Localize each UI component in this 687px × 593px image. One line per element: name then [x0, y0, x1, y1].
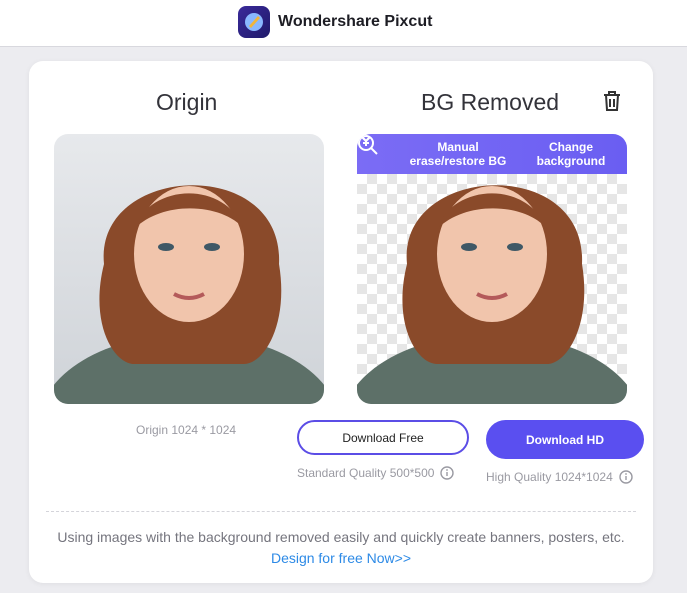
bg-removed-title: BG Removed	[421, 89, 560, 115]
download-free-button[interactable]: Download Free	[297, 420, 469, 455]
promo-text: Using images with the background removed…	[57, 529, 625, 545]
edit-toolbar: Manual erase/restore BG Change backgroun…	[357, 134, 627, 174]
download-hd-button[interactable]: Download HD	[486, 420, 644, 459]
change-background-label: Change background	[536, 140, 606, 168]
standard-quality-text: Standard Quality 500*500	[297, 466, 435, 480]
high-quality-row: High Quality 1024*1024	[486, 470, 633, 484]
trash-icon[interactable]	[600, 89, 624, 113]
origin-resolution: Origin 1024 * 1024	[136, 423, 237, 437]
origin-title: Origin	[156, 89, 218, 115]
chevron-down-icon	[361, 136, 371, 143]
origin-image	[54, 134, 324, 404]
zoom-in-icon[interactable]	[358, 135, 393, 165]
divider	[46, 511, 636, 512]
brand: Wondershare Pixcut	[238, 6, 432, 38]
info-icon[interactable]	[440, 466, 455, 480]
info-icon[interactable]	[619, 470, 633, 484]
app-name: Wondershare Pixcut	[278, 13, 433, 30]
result-card: Origin BG Removed Manual erase/restore B…	[29, 61, 653, 583]
design-now-link[interactable]: Design for free Now>>	[29, 550, 653, 566]
change-background-button[interactable]: Change background	[361, 136, 621, 168]
manual-erase-label: Manual erase/restore BG	[409, 140, 507, 168]
standard-quality-row: Standard Quality 500*500	[297, 466, 455, 480]
top-bar: Wondershare Pixcut	[0, 0, 687, 47]
high-quality-text: High Quality 1024*1024	[486, 470, 613, 484]
app-logo-icon	[238, 6, 270, 38]
bg-removed-image: Manual erase/restore BG Change backgroun…	[357, 134, 627, 404]
manual-erase-restore-button[interactable]: Manual erase/restore BG	[361, 136, 513, 168]
